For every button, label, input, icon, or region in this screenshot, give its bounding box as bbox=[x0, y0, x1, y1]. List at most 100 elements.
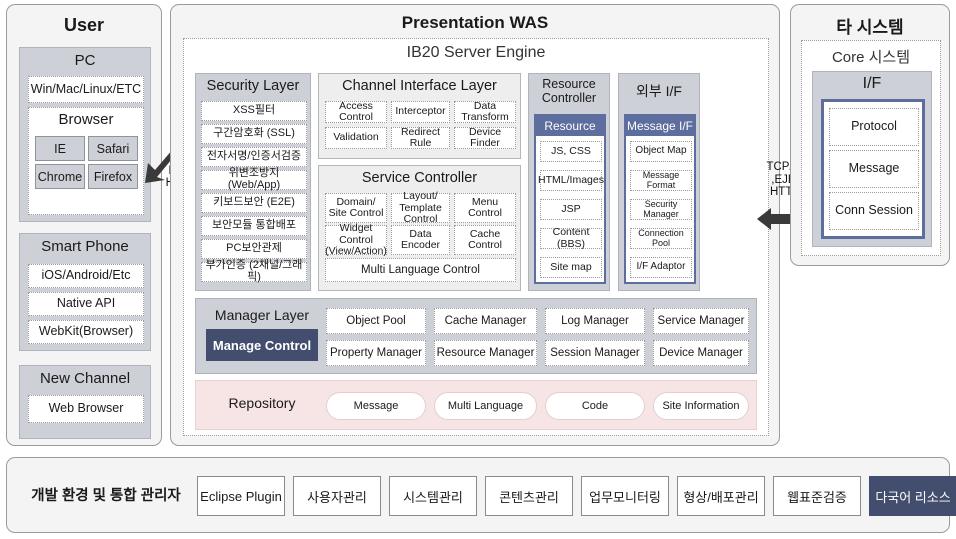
manager-layer-panel: Manager Layer Manage Control Object Pool… bbox=[195, 298, 757, 374]
browser-item-ie[interactable]: IE bbox=[35, 136, 85, 161]
bottom-button-web-standard-validation[interactable]: 웹표준검증 bbox=[773, 476, 861, 516]
bottom-button-content-management[interactable]: 콘텐츠관리 bbox=[485, 476, 573, 516]
channel-item-interceptor: Interceptor bbox=[391, 101, 450, 123]
browser-item-firefox[interactable]: Firefox bbox=[88, 164, 138, 189]
if-item-protocol: Protocol bbox=[829, 108, 919, 146]
bottom-toolbar: 개발 환경 및 통합 관리자 Eclipse Plugin 사용자관리 시스템관… bbox=[6, 457, 956, 533]
other-system-title: 타 시스템 bbox=[836, 18, 904, 37]
external-if-title: 외부 I/F bbox=[636, 83, 682, 99]
security-item-digital-signature: 전자서명/인증서검증 bbox=[201, 147, 307, 167]
external-if-item-if-adaptor: I/F Adaptor bbox=[630, 257, 692, 278]
core-system-title: Core 시스템 bbox=[831, 49, 911, 66]
if-inner-container: Protocol Message Conn Session bbox=[821, 99, 925, 239]
user-panel: User PC Win/Mac/Linux/ETC Browser IE Saf… bbox=[6, 4, 162, 446]
security-item-additional-auth: 부가인증 (2채널/그래픽) bbox=[201, 260, 307, 283]
smart-phone-group: Smart Phone iOS/Android/Etc Native API W… bbox=[19, 233, 151, 351]
browser-list: IE Safari Chrome Firefox bbox=[35, 136, 139, 189]
resource-inner-header: Resource bbox=[536, 116, 604, 136]
resource-item-site-map: Site map bbox=[540, 257, 602, 278]
resource-item-jsp: JSP bbox=[540, 199, 602, 220]
resource-item-html-images: HTML/Images bbox=[538, 170, 604, 191]
channel-interface-layer-panel: Channel Interface Layer Access Control I… bbox=[318, 73, 521, 159]
manage-control-badge: Manage Control bbox=[206, 329, 318, 361]
service-item-multi-language-control: Multi Language Control bbox=[325, 258, 516, 282]
bottom-button-eclipse-plugin[interactable]: Eclipse Plugin bbox=[197, 476, 285, 516]
external-if-item-message-format: Message Format bbox=[630, 170, 692, 191]
resource-controller-panel: Resource Controller Resource JS, CSS HTML… bbox=[528, 73, 610, 291]
ib20-server-engine-box: IB20 Server Engine Security Layer XSS필터 … bbox=[183, 38, 769, 436]
core-system-box: Core 시스템 I/F Protocol Message Conn Sessi… bbox=[801, 40, 941, 256]
security-layer-panel: Security Layer XSS필터 구간암호화 (SSL) 전자서명/인증… bbox=[195, 73, 311, 291]
service-item-data-encoder: Data Encoder bbox=[391, 225, 450, 255]
service-controller-title: Service Controller bbox=[361, 170, 478, 186]
resource-controller-inner: Resource JS, CSS HTML/Images JSP Content… bbox=[534, 114, 606, 284]
pc-group: PC Win/Mac/Linux/ETC Browser IE Safari C… bbox=[19, 47, 151, 222]
bottom-toolbar-title: 개발 환경 및 통합 관리자 bbox=[31, 488, 181, 504]
service-item-cache-control: Cache Control bbox=[454, 225, 516, 255]
architecture-diagram: User PC Win/Mac/Linux/ETC Browser IE Saf… bbox=[0, 0, 956, 539]
manager-item-object-pool: Object Pool bbox=[326, 308, 426, 334]
manager-item-log-manager: Log Manager bbox=[545, 308, 645, 334]
if-item-message: Message bbox=[829, 150, 919, 188]
bottom-button-user-management[interactable]: 사용자관리 bbox=[293, 476, 381, 516]
presentation-was-panel: Presentation WAS IB20 Server Engine Secu… bbox=[170, 4, 780, 446]
channel-item-data-transform: Data Transform bbox=[454, 100, 516, 123]
smart-phone-item-native-api: Native API bbox=[28, 292, 144, 316]
pc-group-title: PC bbox=[74, 52, 96, 69]
presentation-was-title: Presentation WAS bbox=[401, 13, 549, 32]
external-if-inner-header: Message I/F bbox=[626, 116, 694, 136]
pc-os-box: Win/Mac/Linux/ETC bbox=[28, 76, 144, 103]
repository-item-multi-language: Multi Language bbox=[434, 392, 537, 420]
security-item-pc-security: PC보안관제 bbox=[201, 239, 307, 259]
repository-item-message: Message bbox=[326, 392, 426, 420]
new-channel-group: New Channel Web Browser bbox=[19, 365, 151, 439]
ib20-server-engine-title: IB20 Server Engine bbox=[406, 44, 546, 61]
bottom-button-configuration-deploy[interactable]: 형상/배포관리 bbox=[677, 476, 765, 516]
repository-title: Repository bbox=[228, 395, 296, 411]
resource-item-js-css: JS, CSS bbox=[540, 141, 602, 162]
if-title: I/F bbox=[862, 75, 882, 92]
bottom-button-business-monitoring[interactable]: 업무모니터링 bbox=[581, 476, 669, 516]
manager-item-service-manager: Service Manager bbox=[653, 308, 749, 334]
resource-item-content-bbs: Content (BBS) bbox=[540, 227, 602, 249]
security-item-ssl: 구간암호화 (SSL) bbox=[201, 124, 307, 144]
service-item-layout-template-control: Layout/Template Control bbox=[391, 191, 450, 224]
browser-title: Browser bbox=[58, 111, 114, 128]
security-item-module-deploy: 보안모듈 통합배포 bbox=[201, 216, 307, 236]
channel-item-validation: Validation bbox=[325, 127, 387, 149]
manager-item-cache-manager: Cache Manager bbox=[434, 308, 537, 334]
manager-item-session-manager: Session Manager bbox=[545, 340, 645, 366]
if-box: I/F Protocol Message Conn Session bbox=[812, 71, 932, 247]
smart-phone-item-os: iOS/Android/Etc bbox=[28, 264, 144, 288]
external-if-panel: 외부 I/F Message I/F Object Map Message Fo… bbox=[618, 73, 700, 291]
security-item-keyboard-security: 키보드보안 (E2E) bbox=[201, 193, 307, 213]
user-panel-title: User bbox=[63, 15, 105, 35]
smart-phone-title: Smart Phone bbox=[41, 238, 129, 255]
resource-controller-title: Resource Controller bbox=[541, 77, 597, 105]
bottom-button-multilingual-resource[interactable]: 다국어 리소스 bbox=[869, 476, 956, 516]
channel-item-access-control: Access Control bbox=[325, 100, 387, 123]
channel-item-device-finder: Device Finder bbox=[454, 126, 516, 149]
browser-item-chrome[interactable]: Chrome bbox=[35, 164, 85, 189]
channel-interface-layer-title: Channel Interface Layer bbox=[342, 78, 497, 94]
manager-layer-title: Manager Layer bbox=[214, 307, 310, 323]
repository-item-code: Code bbox=[545, 392, 645, 420]
browser-box: Browser IE Safari Chrome Firefox bbox=[28, 107, 144, 215]
browser-item-safari[interactable]: Safari bbox=[88, 136, 138, 161]
external-if-item-security-manager: Security Manager bbox=[630, 199, 692, 220]
smart-phone-item-webkit: WebKit(Browser) bbox=[28, 320, 144, 344]
new-channel-item-web-browser: Web Browser bbox=[28, 395, 144, 423]
security-item-tamper-protection: 위변조방지 (Web/App) bbox=[201, 168, 307, 191]
security-item-xss: XSS필터 bbox=[201, 101, 307, 121]
service-controller-panel: Service Controller Domain/Site Control L… bbox=[318, 165, 521, 291]
if-item-conn-session: Conn Session bbox=[829, 192, 919, 230]
service-item-domain-site-control: Domain/Site Control bbox=[325, 193, 387, 223]
bottom-button-system-management[interactable]: 시스템관리 bbox=[389, 476, 477, 516]
repository-item-site-information: Site Information bbox=[653, 392, 749, 420]
other-system-panel: 타 시스템 Core 시스템 I/F Protocol Message Conn… bbox=[790, 4, 950, 266]
service-item-menu-control: Menu Control bbox=[454, 193, 516, 223]
repository-panel: Repository Message Multi Language Code S… bbox=[195, 380, 757, 430]
manager-item-device-manager: Device Manager bbox=[653, 340, 749, 366]
external-if-inner: Message I/F Object Map Message Format Se… bbox=[624, 114, 696, 284]
external-if-item-object-map: Object Map bbox=[630, 141, 692, 162]
